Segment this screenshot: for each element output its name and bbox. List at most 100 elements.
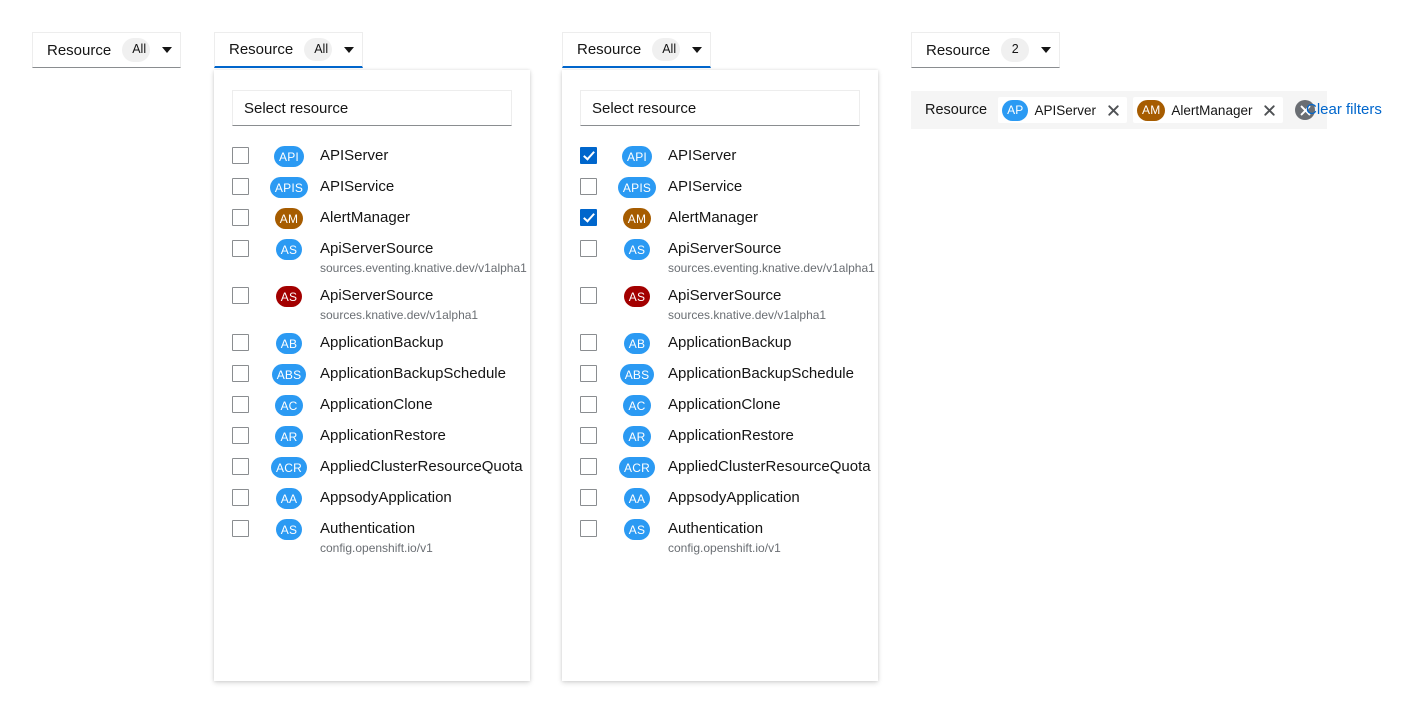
resource-abbr-badge: ABS <box>619 364 655 385</box>
resource-option-checkbox[interactable] <box>232 520 249 537</box>
resource-badge-wrap: AA <box>613 488 661 509</box>
resource-option-name: ApiServerSource <box>320 287 434 304</box>
resource-option-text: ApiServerSource sources.eventing.knative.… <box>320 239 527 276</box>
chip-label: AlertManager <box>1171 102 1253 118</box>
resource-option-item[interactable]: AS Authentication config.openshift.io/v1 <box>232 514 512 561</box>
resource-option-checkbox[interactable] <box>232 209 249 226</box>
chip-remove-button[interactable] <box>1261 102 1277 118</box>
resource-option-name: AlertManager <box>668 209 759 226</box>
resource-option-item[interactable]: AM AlertManager <box>580 203 860 234</box>
resource-option-item[interactable]: AA AppsodyApplication <box>580 483 860 514</box>
applied-filter-chip[interactable]: AM AlertManager <box>1133 97 1284 123</box>
resource-filter-toggle-3[interactable]: Resource All <box>562 32 711 68</box>
resource-option-checkbox[interactable] <box>232 396 249 413</box>
resource-option-item[interactable]: AS ApiServerSource sources.knative.dev/v1a… <box>580 281 860 328</box>
resource-option-text: ApplicationRestore <box>320 426 446 445</box>
resource-option-item[interactable]: AS ApiServerSource sources.knative.dev/v1a… <box>232 281 512 328</box>
resource-option-checkbox[interactable] <box>580 209 597 226</box>
resource-option-name: ApiServerSource <box>320 240 434 257</box>
resource-option-checkbox[interactable] <box>580 178 597 195</box>
resource-option-item[interactable]: AS Authentication config.openshift.io/v1 <box>580 514 860 561</box>
resource-option-item[interactable]: APIS APIService <box>580 172 860 203</box>
resource-option-item[interactable]: ABS ApplicationBackupSchedule <box>232 359 512 390</box>
resource-filter-toggle-2[interactable]: Resource All <box>214 32 363 68</box>
resource-option-checkbox[interactable] <box>232 365 249 382</box>
resource-option-checkbox[interactable] <box>580 489 597 506</box>
search-input[interactable] <box>232 90 512 126</box>
resource-option-text: ApplicationRestore <box>668 426 794 445</box>
resource-dropdown-panel-2: API APIServer APIS APIService AM AlertManager… <box>562 70 878 681</box>
resource-option-text: AlertManager <box>668 208 758 227</box>
resource-filter-toggle-1[interactable]: Resource All <box>32 32 181 68</box>
resource-option-item[interactable]: AA AppsodyApplication <box>232 483 512 514</box>
resource-option-checkbox[interactable] <box>580 520 597 537</box>
resource-option-item[interactable]: AS ApiServerSource sources.eventing.knativ… <box>580 234 875 281</box>
resource-option-item[interactable]: ACR AppliedClusterResourceQuota <box>580 452 871 483</box>
resource-option-text: APIService <box>320 177 394 196</box>
resource-option-item[interactable]: ABS ApplicationBackupSchedule <box>580 359 860 390</box>
resource-option-checkbox[interactable] <box>232 427 249 444</box>
resource-abbr-badge: API <box>274 146 304 167</box>
resource-option-group: config.openshift.io/v1 <box>668 541 781 555</box>
resource-option-item[interactable]: API APIServer <box>232 141 512 172</box>
chip-abbr-badge: AM <box>1137 99 1166 121</box>
resource-option-item[interactable]: AC ApplicationClone <box>580 390 860 421</box>
resource-option-group: sources.eventing.knative.dev/v1alpha1 <box>668 261 875 275</box>
resource-option-list-2: API APIServer APIS APIService AM AlertManager… <box>580 141 875 561</box>
resource-option-checkbox[interactable] <box>232 287 249 304</box>
resource-filter-toggle-4[interactable]: Resource 2 <box>911 32 1060 68</box>
resource-badge-wrap: AS <box>613 519 661 540</box>
resource-option-checkbox[interactable] <box>580 458 597 475</box>
resource-option-item[interactable]: API APIServer <box>580 141 860 172</box>
resource-option-checkbox[interactable] <box>580 427 597 444</box>
resource-option-name: APIServer <box>668 147 737 164</box>
resource-abbr-badge: ACR <box>271 457 307 478</box>
resource-option-text: ApiServerSource sources.knative.dev/v1alp… <box>320 286 478 323</box>
resource-option-name: AppliedClusterResourceQuota <box>668 458 871 475</box>
resource-option-text: AlertManager <box>320 208 410 227</box>
resource-option-checkbox[interactable] <box>580 287 597 304</box>
resource-abbr-badge: AR <box>275 426 303 447</box>
resource-option-item[interactable]: AR ApplicationRestore <box>580 421 860 452</box>
resource-badge-wrap: AS <box>613 239 661 260</box>
resource-option-checkbox[interactable] <box>580 240 597 257</box>
resource-option-item[interactable]: ACR AppliedClusterResourceQuota <box>232 452 523 483</box>
resource-abbr-badge: ACR <box>619 457 655 478</box>
resource-option-item[interactable]: AM AlertManager <box>232 203 512 234</box>
resource-badge-wrap: APIS <box>265 177 313 198</box>
resource-badge-wrap: AM <box>613 208 661 229</box>
resource-option-checkbox[interactable] <box>232 489 249 506</box>
resource-option-item[interactable]: AS ApiServerSource sources.eventing.knativ… <box>232 234 527 281</box>
resource-option-checkbox[interactable] <box>232 178 249 195</box>
search-input[interactable] <box>580 90 860 126</box>
resource-option-item[interactable]: AB ApplicationBackup <box>580 328 860 359</box>
resource-option-checkbox[interactable] <box>580 365 597 382</box>
resource-option-checkbox[interactable] <box>580 396 597 413</box>
resource-option-checkbox[interactable] <box>232 240 249 257</box>
toggle-count-badge: All <box>122 38 151 62</box>
chip-remove-button[interactable] <box>1105 102 1121 118</box>
resource-option-checkbox[interactable] <box>232 147 249 164</box>
resource-option-item[interactable]: AR ApplicationRestore <box>232 421 512 452</box>
resource-abbr-badge: AS <box>623 239 651 260</box>
resource-option-group: sources.knative.dev/v1alpha1 <box>668 308 827 322</box>
resource-option-checkbox[interactable] <box>232 334 249 351</box>
resource-option-checkbox[interactable] <box>580 334 597 351</box>
resource-option-text: ApplicationBackupSchedule <box>320 364 506 383</box>
resource-option-checkbox[interactable] <box>580 147 597 164</box>
resource-badge-wrap: AA <box>265 488 313 509</box>
resource-option-item[interactable]: APIS APIService <box>232 172 512 203</box>
applied-filters-group: Resource AP APIServer AM AlertManager <box>911 91 1328 129</box>
resource-option-name: ApplicationBackupSchedule <box>320 365 506 382</box>
resource-option-item[interactable]: AB ApplicationBackup <box>232 328 512 359</box>
clear-filters-link[interactable]: Clear filters <box>1306 101 1382 118</box>
resource-option-text: Authentication config.openshift.io/v1 <box>668 519 781 556</box>
resource-option-item[interactable]: AC ApplicationClone <box>232 390 512 421</box>
resource-option-name: Authentication <box>668 520 764 537</box>
applied-filter-chip[interactable]: AP APIServer <box>998 97 1128 123</box>
resource-option-name: Authentication <box>320 520 416 537</box>
resource-option-checkbox[interactable] <box>232 458 249 475</box>
resource-abbr-badge: ABS <box>271 364 307 385</box>
resource-option-text: AppliedClusterResourceQuota <box>320 457 523 476</box>
resource-badge-wrap: AR <box>613 426 661 447</box>
